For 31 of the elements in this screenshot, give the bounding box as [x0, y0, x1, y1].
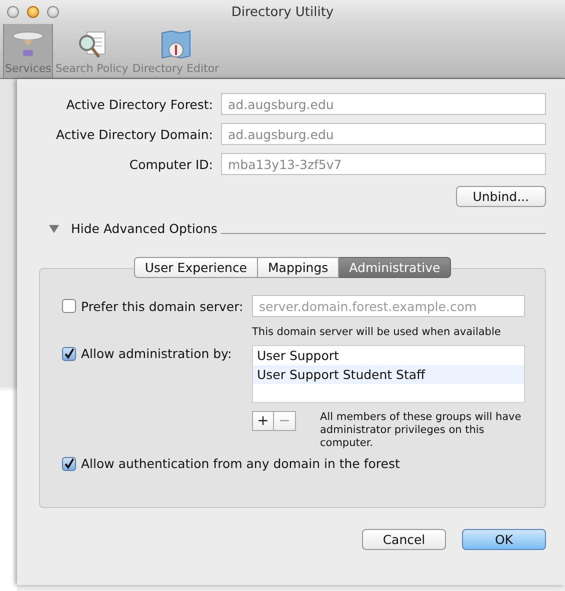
hint-text: This domain server will be used when available — [252, 326, 501, 338]
text-field[interactable]: mba13y13-3zf5v7 — [221, 153, 546, 175]
checkbox[interactable] — [62, 456, 76, 470]
checkbox-label: Prefer this domain server: — [81, 298, 244, 314]
list-row[interactable]: User Support — [253, 346, 524, 365]
tab[interactable]: User Experience — [134, 257, 258, 278]
text-field[interactable]: ad.augsburg.edu — [221, 93, 546, 115]
checkbox-label: Allow authentication from any domain in the forest — [81, 456, 400, 471]
list-row[interactable]: User Support Student Staff — [253, 365, 524, 384]
add-button[interactable]: + — [252, 411, 274, 431]
tab[interactable]: Administrative — [339, 257, 452, 278]
tab[interactable]: Mappings — [258, 257, 340, 278]
unbind-button[interactable]: Unbind... — [456, 186, 546, 207]
close-button[interactable] — [7, 6, 19, 18]
checkbox[interactable] — [62, 346, 76, 360]
window-title: Directory Utility — [231, 4, 334, 20]
field-label: Active Directory Forest: — [65, 96, 213, 112]
minimize-button[interactable] — [27, 6, 39, 18]
map-compass-icon — [158, 30, 193, 60]
ok-button[interactable]: OK — [462, 529, 546, 550]
text-field[interactable]: ad.augsburg.edu — [221, 123, 546, 145]
triangle-down-icon[interactable] — [49, 224, 59, 232]
zoom-button[interactable] — [47, 6, 59, 18]
checkbox[interactable] — [62, 299, 76, 313]
checkbox-label: Allow administration by: — [81, 346, 232, 361]
description-text: All members of these groups will have administrator privileges on this computer. — [320, 411, 522, 450]
server-field[interactable]: server.domain.forest.example.com — [252, 295, 525, 317]
field-label: Computer ID: — [128, 156, 213, 172]
disclosure-label[interactable]: Hide Advanced Options — [71, 221, 218, 236]
field-label: Active Directory Domain: — [55, 126, 213, 142]
cancel-button[interactable]: Cancel — [362, 529, 446, 550]
